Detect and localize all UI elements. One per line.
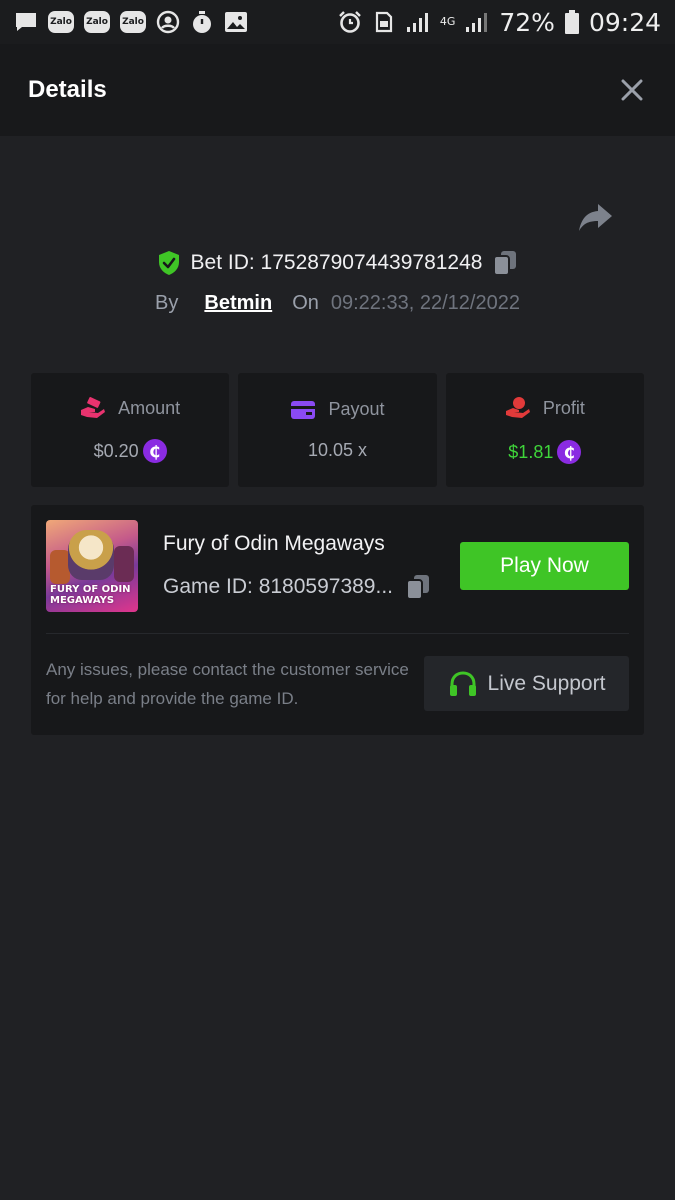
divider <box>46 633 629 634</box>
live-support-button[interactable]: Live Support <box>424 656 629 711</box>
copy-bet-id-button[interactable] <box>492 249 518 277</box>
stat-amount: Amount $0.20 ₵ <box>31 373 230 487</box>
share-button[interactable] <box>578 200 614 234</box>
battery-percent: 72% <box>499 7 555 37</box>
close-button[interactable] <box>617 75 647 105</box>
by-label: By <box>155 291 179 314</box>
image-icon <box>224 10 248 34</box>
verified-shield-icon <box>158 251 179 275</box>
stat-payout-value: 10.05 x <box>307 440 368 460</box>
details-header: Details <box>0 44 675 136</box>
live-support-label: Live Support <box>487 671 606 695</box>
game-id: Game ID: 8180597389... <box>163 575 393 598</box>
page-title: Details <box>28 76 107 103</box>
thumbnail-logo: FURY OF ODIN MEGAWAYS <box>50 584 134 606</box>
account-icon <box>156 10 180 34</box>
zalo-icon: Zalo <box>120 11 146 33</box>
card-icon <box>291 400 316 419</box>
status-bar: Zalo Zalo Zalo 4G 72% 09:24 <box>0 0 675 44</box>
thumbnail-logo-line: MEGAWAYS <box>50 595 115 606</box>
coin-icon: ₵ <box>142 439 167 463</box>
stat-profit-label: Profit <box>542 397 585 418</box>
zalo-icon: Zalo <box>48 11 74 33</box>
game-thumbnail[interactable]: FURY OF ODIN MEGAWAYS <box>46 520 138 612</box>
battery-icon <box>564 10 579 34</box>
hand-coins-icon <box>81 397 106 418</box>
stat-amount-label: Amount <box>118 397 181 418</box>
clock: 09:24 <box>588 7 661 37</box>
bet-id: Bet ID: 1752879074439781248 <box>190 251 483 274</box>
copy-icon <box>493 251 517 276</box>
bet-datetime: 09:22:33, 22/12/2022 <box>330 291 520 314</box>
user-link[interactable]: Betmin <box>204 292 272 315</box>
signal-icon <box>465 10 489 34</box>
play-now-button[interactable]: Play Now <box>460 542 629 590</box>
sim-icon <box>372 10 396 34</box>
bet-stats: Amount $0.20 ₵ Payout 10.05 x Profit $1.… <box>31 373 644 487</box>
thumbnail-figure <box>114 546 134 582</box>
headset-icon <box>449 670 476 696</box>
coin-icon: ₵ <box>557 440 582 464</box>
stopwatch-icon <box>190 10 214 34</box>
on-label: On <box>292 291 319 314</box>
copy-icon <box>406 575 429 600</box>
zalo-icon: Zalo <box>84 11 110 33</box>
stat-payout: Payout 10.05 x <box>238 373 437 487</box>
status-bar-system: 4G 72% 09:24 <box>338 8 661 37</box>
status-bar-notifications: Zalo Zalo Zalo <box>14 10 248 34</box>
hand-dollar-icon <box>505 397 530 418</box>
stat-payout-label: Payout <box>328 399 385 419</box>
stat-profit: Profit $1.81 ₵ <box>445 373 644 487</box>
close-icon <box>621 79 643 101</box>
share-icon <box>579 204 612 231</box>
signal-icon <box>406 10 430 34</box>
network-type: 4G <box>439 15 456 28</box>
alarm-icon <box>338 10 362 34</box>
bet-id-row: Bet ID: 1752879074439781248 <box>0 246 675 280</box>
stat-amount-value: $0.20 <box>93 440 139 461</box>
message-icon <box>14 10 38 34</box>
game-name: Fury of Odin Megaways <box>163 532 385 555</box>
bet-meta-row: By Betmin On 09:22:33, 22/12/2022 <box>0 286 675 320</box>
stat-profit-value: $1.81 <box>508 441 554 462</box>
game-card: FURY OF ODIN MEGAWAYS Fury of Odin Megaw… <box>31 505 644 735</box>
thumbnail-figure <box>50 550 70 584</box>
game-id-row: Game ID: 8180597389... <box>163 573 431 601</box>
thumbnail-logo-line: FURY OF ODIN <box>50 584 131 595</box>
thumbnail-figure <box>68 530 114 580</box>
copy-game-id-button[interactable] <box>405 573 431 601</box>
support-text: Any issues, please contact the customer … <box>46 660 409 708</box>
